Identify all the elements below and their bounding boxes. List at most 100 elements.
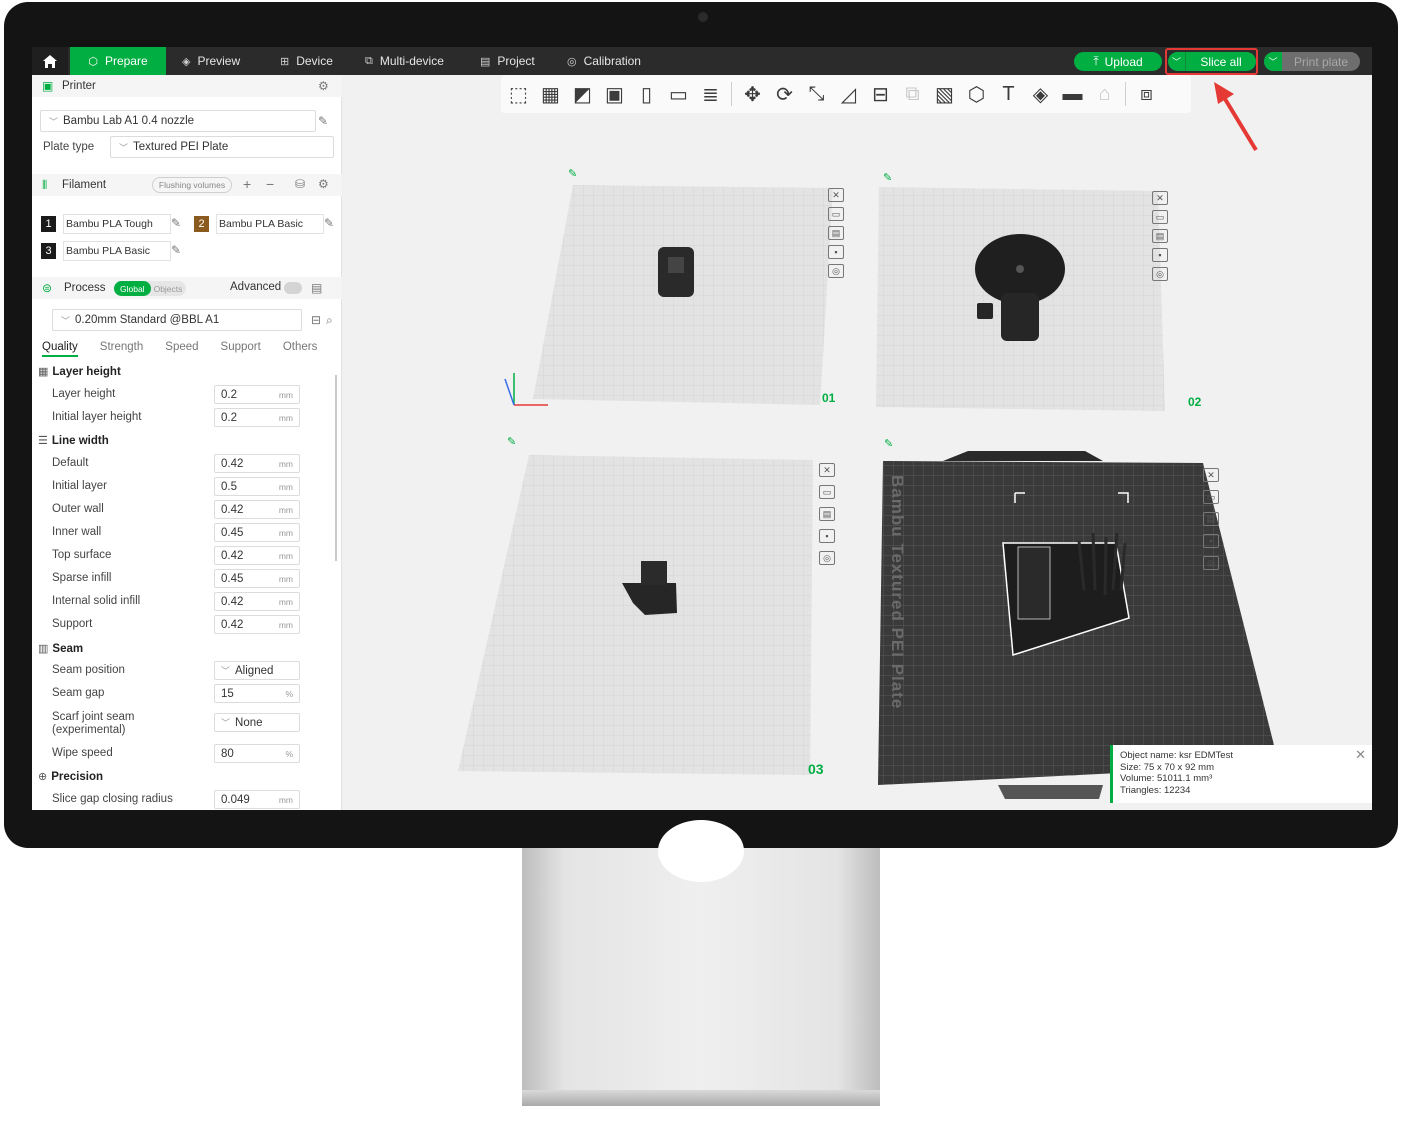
model-cube[interactable] bbox=[658, 247, 694, 297]
edit-icon[interactable]: ✎ bbox=[883, 171, 892, 184]
plate-settings-icon[interactable]: ◎ bbox=[828, 264, 844, 278]
flushing-volumes-button[interactable]: Flushing volumes bbox=[152, 177, 232, 193]
plate-settings-icon[interactable]: ◎ bbox=[1203, 556, 1219, 570]
global-objects-toggle[interactable]: Global Objects bbox=[114, 281, 186, 296]
initial-layer-height-label: Initial layer height bbox=[52, 411, 142, 423]
close-icon[interactable]: ✕ bbox=[819, 463, 835, 477]
minus-icon[interactable]: − bbox=[266, 176, 274, 192]
search-icon[interactable]: ⌕ bbox=[326, 313, 333, 328]
monitor-stand bbox=[522, 848, 880, 1106]
advanced-switch[interactable] bbox=[284, 282, 302, 294]
line-width-input[interactable]: 0.42 mm bbox=[214, 546, 300, 565]
seam-gap-input[interactable]: 15% bbox=[214, 684, 300, 703]
tab-quality[interactable]: Quality bbox=[42, 341, 78, 357]
object-info-panel: Object name: ksr EDMTest Size: 75 x 70 x… bbox=[1110, 745, 1372, 803]
plate-4-controls: ✕ ▭ ▤ ▪ ◎ bbox=[1203, 468, 1219, 570]
3d-viewport[interactable]: ⬚ ▦ ◩ ▣ ▯ ▭ ≣ ✥ ⟳ ⤡ ◿ ⊟ ⧉ ▧ ⬡ T ◈ ▬ ⌂ ⧈ bbox=[343, 75, 1372, 810]
line-width-label: Internal solid infill bbox=[52, 595, 141, 607]
chevron-down-icon: ﹀ bbox=[61, 315, 71, 326]
edit-icon[interactable]: ✎ bbox=[324, 216, 334, 230]
plate-2[interactable] bbox=[876, 187, 1165, 411]
edit-icon[interactable]: ✎ bbox=[318, 114, 328, 128]
close-icon[interactable]: ✕ bbox=[1355, 748, 1366, 760]
line-width-label: Support bbox=[52, 618, 93, 630]
arrange-icon[interactable]: ▭ bbox=[819, 485, 835, 499]
filament-slot-2[interactable]: 2 Bambu PLA Basic bbox=[194, 214, 324, 234]
device-icon: ⊞ bbox=[280, 55, 290, 68]
line-width-input[interactable]: 0.42 mm bbox=[214, 592, 300, 611]
filament-slot-3[interactable]: 3 Bambu PLA Basic bbox=[41, 241, 171, 261]
plus-icon[interactable]: + bbox=[243, 176, 251, 192]
tab-calibration[interactable]: ◎ Calibration bbox=[567, 47, 641, 75]
plate-number: 03 bbox=[808, 761, 824, 777]
chevron-down-icon[interactable]: ﹀ bbox=[1264, 52, 1282, 71]
upload-button[interactable]: ⤒ Upload bbox=[1074, 52, 1162, 71]
arrange-icon[interactable]: ▭ bbox=[828, 207, 844, 221]
close-icon[interactable]: ✕ bbox=[1203, 468, 1219, 482]
lock-icon[interactable]: ▪ bbox=[1203, 534, 1219, 548]
scarf-joint-select[interactable]: ﹀ None bbox=[214, 713, 300, 732]
line-width-input[interactable]: 0.42 mm bbox=[214, 500, 300, 519]
gear-icon[interactable]: ⚙ bbox=[318, 177, 329, 191]
layers-icon: ◈ bbox=[182, 55, 191, 68]
orient-icon[interactable]: ▤ bbox=[828, 226, 844, 240]
process-preset-select[interactable]: ﹀ 0.20mm Standard @BBL A1 bbox=[52, 309, 302, 331]
orient-icon[interactable]: ▤ bbox=[1152, 229, 1168, 243]
layer-height-input[interactable]: 0.2 mm bbox=[214, 385, 300, 404]
lock-icon[interactable]: ▪ bbox=[819, 529, 835, 543]
edit-icon[interactable]: ✎ bbox=[171, 243, 181, 257]
arrange-icon[interactable]: ▭ bbox=[1203, 490, 1219, 504]
orient-icon[interactable]: ▤ bbox=[1203, 512, 1219, 526]
orient-icon[interactable]: ▤ bbox=[819, 507, 835, 521]
compare-icon[interactable]: ▤ bbox=[311, 281, 322, 295]
tab-device[interactable]: ⊞ Device bbox=[280, 47, 333, 75]
edit-icon[interactable]: ✎ bbox=[507, 435, 516, 448]
printer-section-header: ▣ Printer ⚙ bbox=[32, 75, 342, 97]
tab-others[interactable]: Others bbox=[283, 341, 318, 357]
wipe-speed-input[interactable]: 80% bbox=[214, 744, 300, 763]
cube-icon: ⬡ bbox=[88, 55, 98, 68]
tab-speed[interactable]: Speed bbox=[165, 341, 198, 357]
tab-project[interactable]: ▤ Project bbox=[480, 47, 535, 75]
plate-settings-icon[interactable]: ◎ bbox=[1152, 267, 1168, 281]
save-icon[interactable]: ⊟ bbox=[311, 313, 321, 327]
seam-position-label: Seam position bbox=[52, 664, 125, 676]
plate-3[interactable] bbox=[458, 455, 813, 775]
line-width-input[interactable]: 0.42 mm bbox=[214, 454, 300, 473]
slice-gap-input[interactable]: 0.049 mm bbox=[214, 790, 300, 809]
seam-position-select[interactable]: ﹀ Aligned bbox=[214, 661, 300, 680]
edit-icon[interactable]: ✎ bbox=[568, 167, 577, 180]
filament-slot-1[interactable]: 1 Bambu PLA Tough bbox=[41, 214, 171, 234]
plate-4-label: Bambu Textured PEI Plate bbox=[888, 475, 907, 710]
tab-multi-device[interactable]: ⧉ Multi-device bbox=[365, 47, 444, 75]
settings-scrollbar[interactable] bbox=[335, 375, 337, 561]
line-width-label: Top surface bbox=[52, 549, 112, 561]
initial-layer-height-input[interactable]: 0.2 mm bbox=[214, 408, 300, 427]
lock-icon[interactable]: ▪ bbox=[1152, 248, 1168, 262]
plate-type-select[interactable]: ﹀ Textured PEI Plate bbox=[110, 136, 334, 158]
seam-group: ▥ Seam bbox=[38, 642, 84, 656]
tab-preview[interactable]: ◈ Preview bbox=[182, 47, 240, 75]
close-icon[interactable]: ✕ bbox=[828, 188, 844, 202]
lock-icon[interactable]: ▪ bbox=[828, 245, 844, 259]
line-width-input[interactable]: 0.45 mm bbox=[214, 569, 300, 588]
plate-settings-icon[interactable]: ◎ bbox=[819, 551, 835, 565]
edit-icon[interactable]: ✎ bbox=[171, 216, 181, 230]
plate-1[interactable] bbox=[504, 185, 833, 406]
gear-icon[interactable]: ⚙ bbox=[318, 79, 329, 93]
line-width-input[interactable]: 0.45 mm bbox=[214, 523, 300, 542]
arrange-icon[interactable]: ▭ bbox=[1152, 210, 1168, 224]
tab-prepare[interactable]: ⬡ Prepare bbox=[70, 47, 166, 75]
filament-settings-icon[interactable]: ⛁ bbox=[295, 177, 305, 191]
process-tabs: Quality Strength Speed Support Others bbox=[42, 341, 317, 357]
tab-strength[interactable]: Strength bbox=[100, 341, 143, 357]
line-width-input[interactable]: 0.5 mm bbox=[214, 477, 300, 496]
edit-icon[interactable]: ✎ bbox=[884, 437, 893, 450]
tab-support[interactable]: Support bbox=[221, 341, 261, 357]
print-plate-button[interactable]: ﹀ Print plate bbox=[1264, 52, 1360, 71]
chevron-down-icon: ﹀ bbox=[49, 116, 59, 127]
printer-select[interactable]: ﹀ Bambu Lab A1 0.4 nozzle bbox=[40, 110, 316, 132]
line-width-input[interactable]: 0.42 mm bbox=[214, 615, 300, 634]
home-button[interactable] bbox=[32, 47, 68, 75]
close-icon[interactable]: ✕ bbox=[1152, 191, 1168, 205]
